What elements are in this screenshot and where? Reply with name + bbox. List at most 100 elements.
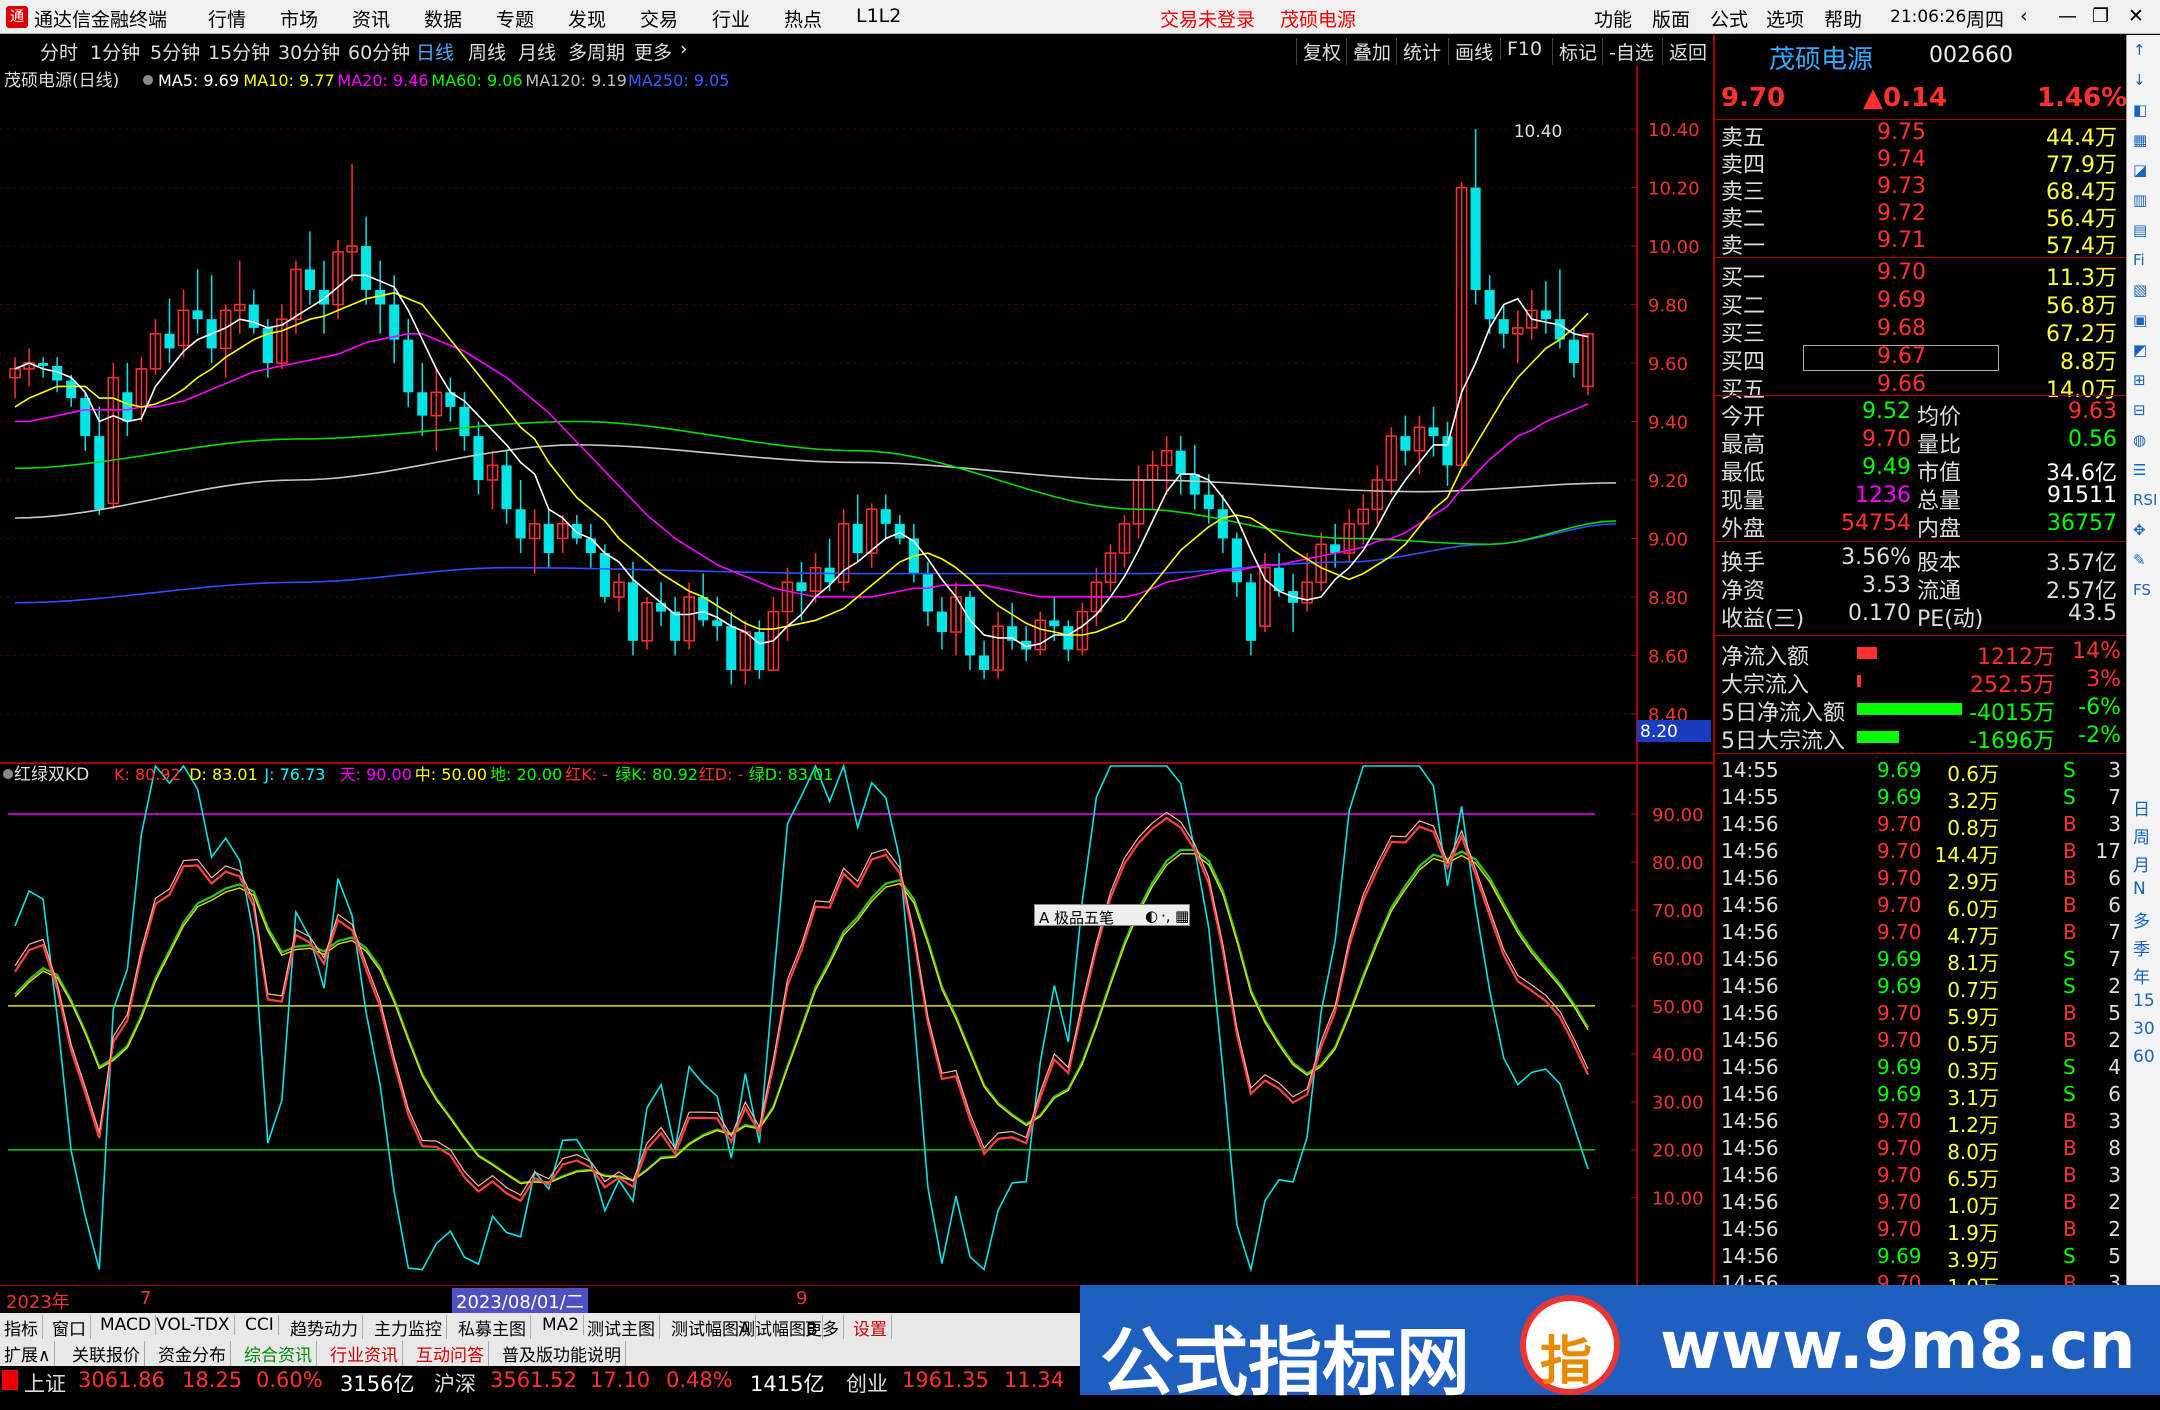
button-画线[interactable]: 画线 — [1448, 38, 1493, 65]
menu-item-数据[interactable]: 数据 — [424, 5, 462, 32]
menu-item-公式[interactable]: 公式 — [1710, 5, 1748, 32]
indicator-tab-12[interactable]: 更多 — [805, 1315, 844, 1340]
ime-toolbar[interactable]: A 极品五笔 ◐ ·, ▦ — [1034, 904, 1190, 927]
login-status[interactable]: 交易未登录 — [1160, 5, 1255, 32]
order-row-sell[interactable]: 卖五 9.75 44.4万 — [1715, 120, 2127, 151]
tab-周线[interactable]: 周线 — [468, 38, 506, 65]
indicator-tab-7[interactable]: 私募主图 — [458, 1315, 531, 1340]
close-icon[interactable]: ✕ — [2128, 5, 2144, 27]
sidebar-period-0[interactable]: 日 — [2133, 795, 2150, 820]
chart-area[interactable]: 10.40 10.20 10.00 9.80 9.60 9.40 9.20 9.00 8.80 8… — [0, 66, 1713, 1285]
menu-item-交易[interactable]: 交易 — [640, 5, 678, 32]
sidebar-tool-icon[interactable]: ⊟ — [2133, 401, 2146, 419]
indicator-tab-1[interactable]: 窗口 — [52, 1315, 91, 1340]
menu-item-行情[interactable]: 行情 — [208, 5, 246, 32]
sidebar-period-1[interactable]: 周 — [2133, 823, 2150, 848]
info-tab-2[interactable]: 资金分布 — [158, 1341, 231, 1366]
order-row-buy[interactable]: 买一 9.70 11.3万 — [1715, 260, 2127, 291]
order-row-sell[interactable]: 卖四 9.74 77.9万 — [1715, 147, 2127, 178]
sidebar-tool-icon[interactable]: ✥ — [2133, 521, 2146, 539]
tab-分时[interactable]: 分时 — [40, 38, 78, 65]
sidebar-tool-icon[interactable]: ⊞ — [2133, 371, 2146, 389]
order-row-sell[interactable]: 卖三 9.73 68.4万 — [1715, 174, 2127, 205]
button-标记[interactable]: 标记 — [1552, 38, 1597, 65]
button-叠加[interactable]: 叠加 — [1346, 38, 1391, 65]
menu-item-发现[interactable]: 发现 — [568, 5, 606, 32]
chevron-right-icon[interactable]: › — [680, 38, 688, 60]
info-tab-4[interactable]: 行业资讯 — [330, 1341, 403, 1366]
menu-item-热点[interactable]: 热点 — [784, 5, 822, 32]
sidebar-tool-icon[interactable]: ▥ — [2133, 191, 2147, 209]
menu-item-l1l2[interactable]: L1L2 — [856, 5, 901, 27]
info-tab-6[interactable]: 普及版功能说明 — [502, 1341, 626, 1366]
button-f10[interactable]: F10 — [1500, 38, 1542, 60]
tab-5min[interactable]: 5分钟 — [150, 38, 200, 65]
info-tab-5[interactable]: 互动问答 — [416, 1341, 489, 1366]
sidebar-tool-icon[interactable]: ◍ — [2133, 431, 2146, 449]
sidebar-tool-icon[interactable]: ↑ — [2133, 41, 2146, 59]
menu-item-功能[interactable]: 功能 — [1594, 5, 1632, 32]
button-返回[interactable]: 返回 — [1662, 38, 1707, 65]
indicator-tab-9[interactable]: 测试主图 — [587, 1315, 660, 1340]
button-自选[interactable]: -自选 — [1602, 38, 1654, 65]
sidebar-period-8[interactable]: 30 — [2133, 1019, 2155, 1039]
sidebar-tool-icon[interactable]: ✎ — [2133, 551, 2146, 569]
sidebar-tool-icon[interactable]: ◪ — [2133, 161, 2147, 179]
restore-icon[interactable]: ❐ — [2092, 5, 2109, 27]
info-tab-1[interactable]: 关联报价 — [72, 1341, 145, 1366]
sidebar-tool-icon[interactable]: ▤ — [2133, 221, 2147, 239]
tab-30min[interactable]: 30分钟 — [278, 38, 340, 65]
back-arrow-icon[interactable]: ‹ — [2020, 5, 2028, 27]
sidebar-tool-icon[interactable]: ☰ — [2133, 461, 2146, 479]
sidebar-tool-icon[interactable]: RSI — [2133, 491, 2157, 509]
order-row-buy[interactable]: 买二 9.69 56.8万 — [1715, 288, 2127, 319]
sidebar-period-7[interactable]: 15 — [2133, 991, 2155, 1011]
order-row-sell[interactable]: 卖一 9.71 57.4万 — [1715, 228, 2127, 259]
sidebar-tool-icon[interactable]: ◧ — [2133, 101, 2147, 119]
sidebar-tool-icon[interactable]: ▣ — [2133, 311, 2147, 329]
info-tab-0[interactable]: 扩展∧ — [4, 1341, 56, 1366]
order-row-sell[interactable]: 卖二 9.72 56.4万 — [1715, 201, 2127, 232]
order-row-buy[interactable]: 买三 9.68 67.2万 — [1715, 316, 2127, 347]
button-复权[interactable]: 复权 — [1296, 38, 1341, 65]
sidebar-period-9[interactable]: 60 — [2133, 1047, 2155, 1067]
sidebar-period-2[interactable]: 月 — [2133, 851, 2150, 876]
menu-item-行业[interactable]: 行业 — [712, 5, 750, 32]
dot-icon[interactable]: ·, — [1161, 907, 1171, 925]
tab-多周期[interactable]: 多周期 — [568, 38, 625, 65]
sidebar-tool-icon[interactable]: ◩ — [2133, 341, 2147, 359]
sidebar-period-4[interactable]: 多 — [2133, 907, 2150, 932]
menu-item-资讯[interactable]: 资讯 — [352, 5, 390, 32]
sidebar-tool-icon[interactable]: FS — [2133, 581, 2151, 599]
indicator-tab-13[interactable]: 设置 — [853, 1315, 892, 1340]
indicator-tab-8[interactable]: MA2 — [542, 1315, 585, 1335]
indicator-tab-2[interactable]: MACD — [100, 1315, 156, 1335]
menu-item-选项[interactable]: 选项 — [1766, 5, 1804, 32]
sidebar-period-5[interactable]: 季 — [2133, 935, 2150, 960]
tab-更多[interactable]: 更多 — [634, 38, 672, 65]
tab-15min[interactable]: 15分钟 — [208, 38, 270, 65]
menu-item-版面[interactable]: 版面 — [1652, 5, 1690, 32]
sidebar-tool-icon[interactable]: Fi — [2133, 251, 2145, 269]
button-统计[interactable]: 统计 — [1396, 38, 1441, 65]
menu-item-市场[interactable]: 市场 — [280, 5, 318, 32]
menu-item-帮助[interactable]: 帮助 — [1824, 5, 1862, 32]
sidebar-period-3[interactable]: N — [2133, 879, 2146, 899]
indicator-tab-6[interactable]: 主力监控 — [374, 1315, 447, 1340]
tab-日线[interactable]: 日线 — [416, 38, 454, 65]
sidebar-tool-icon[interactable]: ↓ — [2133, 71, 2146, 89]
tab-月线[interactable]: 月线 — [518, 38, 556, 65]
tab-1min[interactable]: 1分钟 — [90, 38, 140, 65]
indicator-tab-4[interactable]: CCI — [245, 1315, 279, 1335]
indicator-tab-3[interactable]: VOL-TDX — [156, 1315, 235, 1335]
order-row-buy[interactable]: 买四 9.67 8.8万 — [1715, 344, 2127, 375]
minimize-icon[interactable]: — — [2058, 5, 2077, 27]
indicator-tab-5[interactable]: 趋势动力 — [290, 1315, 363, 1340]
menu-item-专题[interactable]: 专题 — [496, 5, 534, 32]
indicator-tab-0[interactable]: 指标 — [4, 1315, 43, 1340]
sidebar-tool-icon[interactable]: ▦ — [2133, 131, 2147, 149]
sidebar-tool-icon[interactable]: ▧ — [2133, 281, 2147, 299]
sidebar-period-6[interactable]: 年 — [2133, 963, 2150, 988]
info-tab-3[interactable]: 综合资讯 — [244, 1341, 317, 1366]
moon-icon[interactable]: ◐ — [1145, 907, 1158, 925]
